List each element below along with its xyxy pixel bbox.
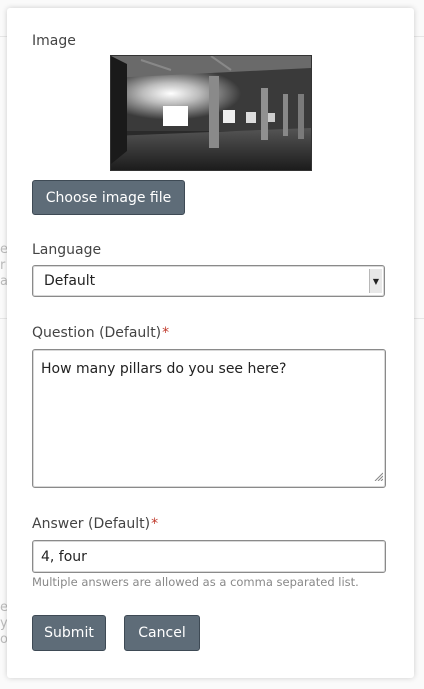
cancel-button[interactable]: Cancel — [124, 615, 200, 651]
image-question-dialog: Image Choose image file Language Default… — [7, 8, 414, 678]
language-label: Language — [32, 242, 102, 258]
language-selected-value: Default — [44, 273, 96, 289]
question-label: Question (Default)* — [32, 325, 169, 341]
answer-text: 4, four — [41, 549, 87, 565]
question-label-text: Question (Default) — [32, 325, 162, 341]
required-marker: * — [162, 325, 170, 341]
image-label: Image — [32, 33, 76, 49]
answer-help-text: Multiple answers are allowed as a comma … — [32, 575, 359, 589]
answer-input[interactable]: 4, four — [32, 540, 386, 573]
chevron-down-icon[interactable]: ▼ — [369, 269, 382, 293]
answer-label-text: Answer (Default) — [32, 516, 151, 532]
resize-grip-icon[interactable] — [373, 466, 384, 485]
question-textarea[interactable]: How many pillars do you see here? — [32, 349, 386, 488]
required-marker: * — [151, 516, 159, 532]
submit-button[interactable]: Submit — [32, 615, 106, 651]
choose-image-file-button[interactable]: Choose image file — [32, 180, 185, 215]
image-preview — [110, 55, 312, 171]
language-select[interactable]: Default ▼ — [32, 265, 385, 297]
answer-label: Answer (Default)* — [32, 516, 158, 532]
question-text: How many pillars do you see here? — [41, 361, 287, 377]
